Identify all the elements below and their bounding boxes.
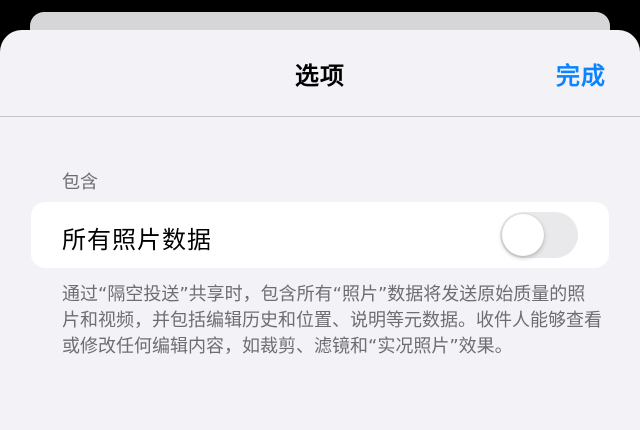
done-button[interactable]: 完成 [556,56,606,91]
section-header: 包含 [62,172,98,193]
toggle-knob [502,214,544,256]
options-sheet: 选项 完成 包含 所有照片数据 通过“隔空投送”共享时，包含所有“照片”数据将发… [0,30,640,430]
all-photos-data-toggle[interactable] [500,212,578,258]
navigation-bar: 选项 完成 [0,30,640,117]
all-photos-data-label: 所有照片数据 [62,226,212,254]
settings-group: 所有照片数据 [31,202,609,268]
section-footer: 通过“隔空投送”共享时，包含所有“照片”数据将发送原始质量的照片和视频，并包括编… [62,284,602,357]
page-title: 选项 [295,62,345,90]
